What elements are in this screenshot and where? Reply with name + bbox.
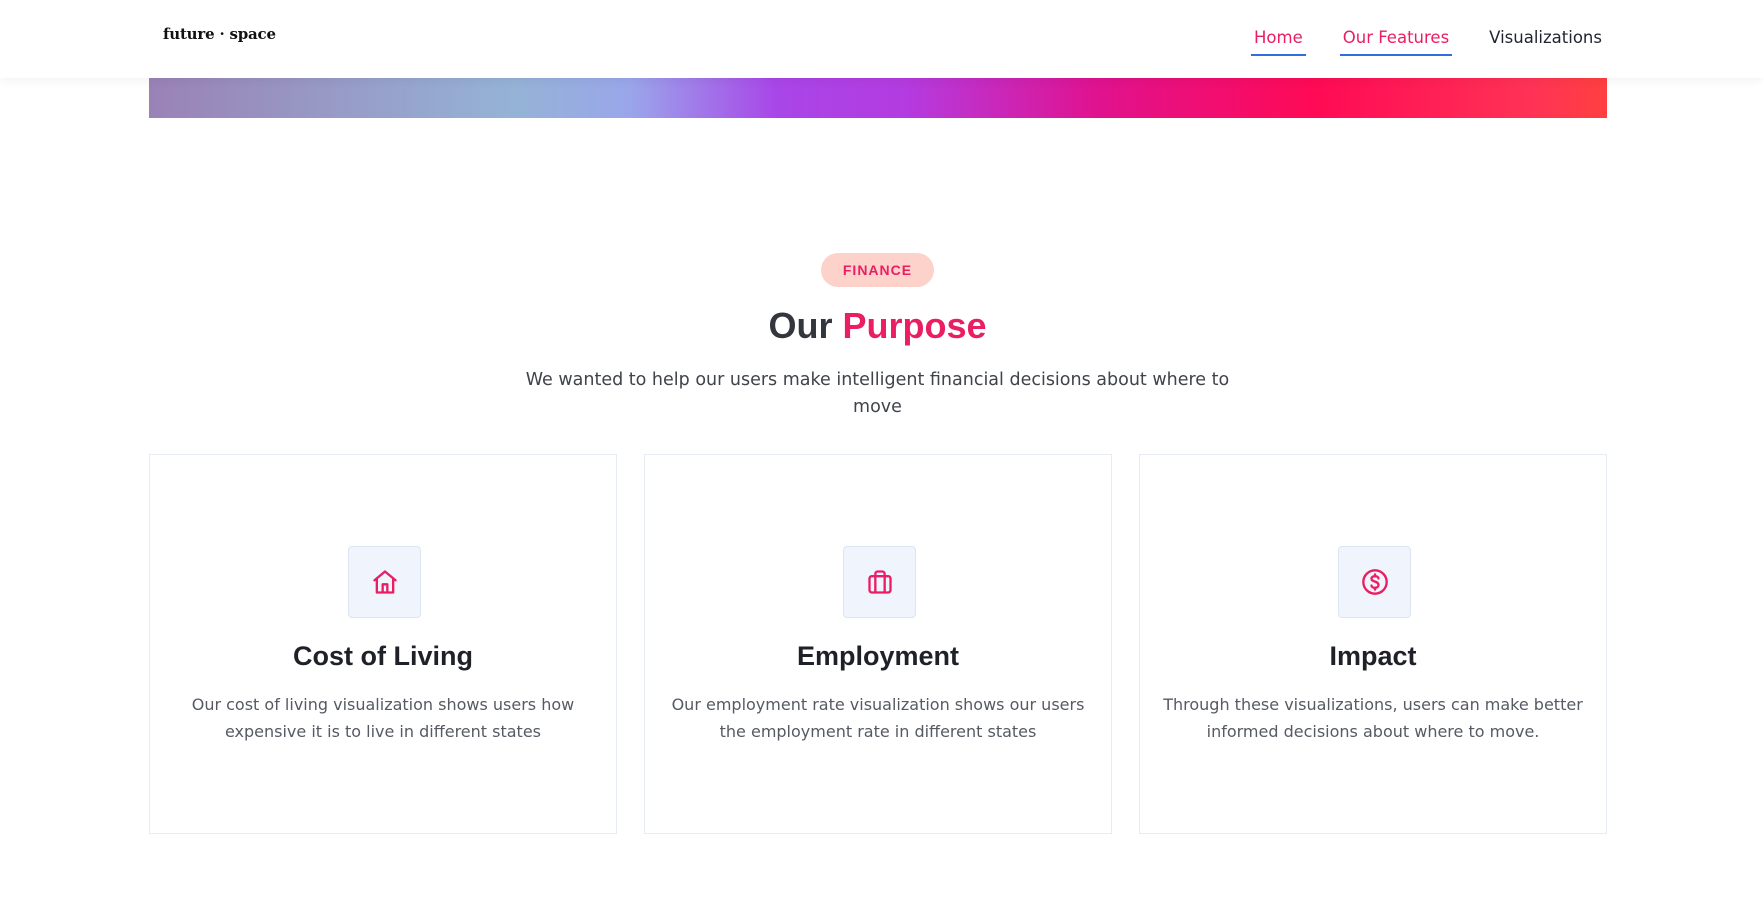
section-title-plain: Our — [768, 305, 843, 346]
card-description: Through these visualizations, users can … — [1163, 695, 1583, 741]
card-description: Our employment rate visualization shows … — [671, 695, 1085, 741]
card-description: Our cost of living visualization shows u… — [191, 695, 575, 741]
dollar-circle-icon — [1338, 546, 1411, 618]
top-navbar: future · space Home Our Features Visuali… — [0, 0, 1763, 78]
site-logo[interactable]: future · space — [163, 25, 276, 43]
briefcase-icon — [843, 546, 916, 618]
nav-link-home[interactable]: Home — [1251, 28, 1306, 56]
nav-link-visualizations[interactable]: Visualizations — [1486, 28, 1605, 56]
section-title-accent: Purpose — [842, 305, 987, 346]
home-icon — [348, 546, 421, 618]
main-nav: Home Our Features Visualizations — [1251, 28, 1605, 56]
purpose-section-header: FINANCE Our Purpose We wanted to help ou… — [0, 253, 1755, 421]
feature-card-impact: Impact Through these visualizations, use… — [1139, 454, 1607, 834]
section-subtitle: We wanted to help our users make intelli… — [525, 369, 1230, 417]
section-badge: FINANCE — [820, 253, 935, 287]
card-title: Impact — [1329, 641, 1417, 671]
feature-cards: Cost of Living Our cost of living visual… — [149, 454, 1607, 834]
card-title: Employment — [796, 641, 960, 671]
section-title: Our Purpose — [0, 306, 1755, 346]
hero-gradient-banner — [149, 78, 1607, 118]
card-title: Cost of Living — [293, 641, 473, 671]
feature-card-cost-of-living: Cost of Living Our cost of living visual… — [149, 454, 617, 834]
nav-link-our-features[interactable]: Our Features — [1339, 28, 1453, 56]
feature-card-employment: Employment Our employment rate visualiza… — [644, 454, 1112, 834]
